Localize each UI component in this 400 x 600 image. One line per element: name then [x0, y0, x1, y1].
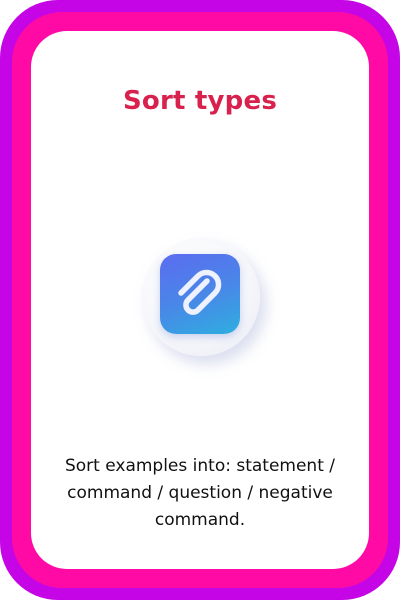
- paperclip-icon: [160, 254, 240, 334]
- paperclip-glyph: [178, 269, 222, 315]
- card-description: Sort examples into: statement / command …: [64, 456, 336, 530]
- card-title: Sort types: [123, 86, 277, 116]
